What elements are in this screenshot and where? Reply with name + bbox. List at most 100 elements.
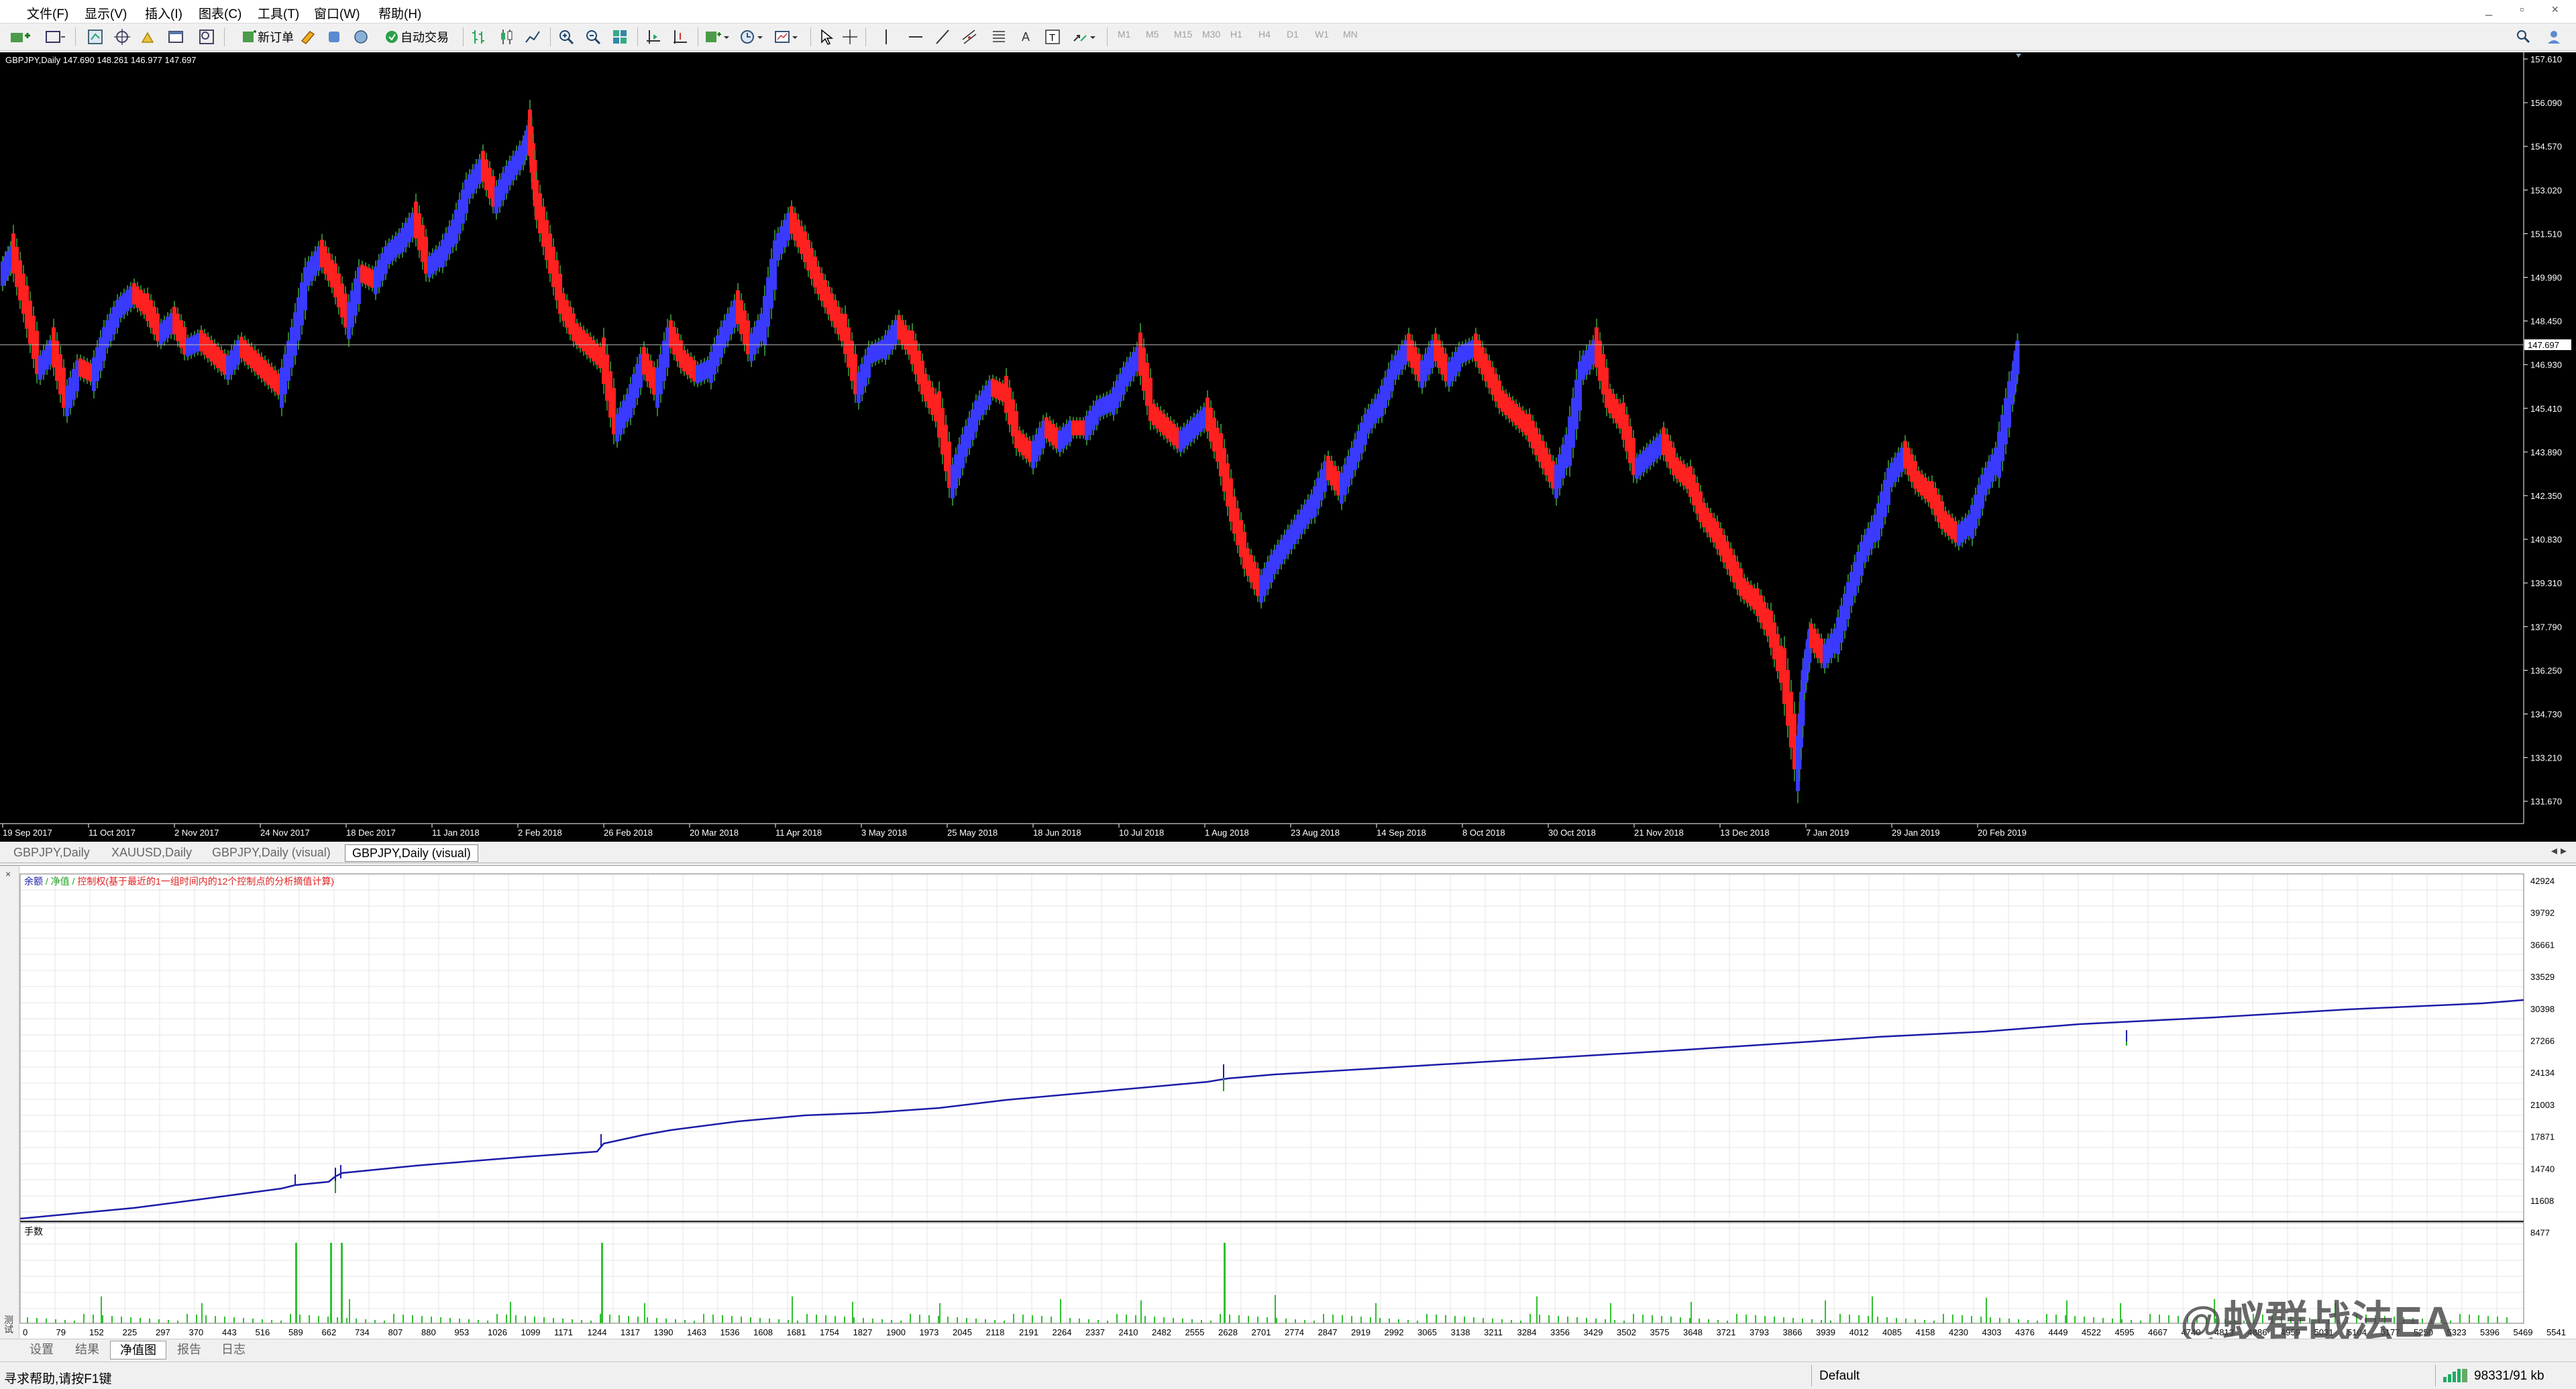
chart-tab-2[interactable]: GBPJPY,Daily (visual) <box>205 844 337 860</box>
price-tick-label: 153.020 <box>2530 185 2562 195</box>
timeframe-w1[interactable]: W1 <box>1315 29 1329 40</box>
price-chart-canvas[interactable]: 157.610 156.090 154.570 153.020 151.510 149.9… <box>0 52 2576 842</box>
lot-bar <box>309 1315 310 1323</box>
menu-item-3[interactable]: 图表(C) <box>199 4 241 22</box>
timeframe-m1[interactable]: M1 <box>1118 29 1130 40</box>
lot-bar <box>1736 1314 1737 1323</box>
trade-tick-label: 3575 <box>1650 1327 1670 1337</box>
arrows-dropdown-icon[interactable] <box>1068 26 1102 48</box>
strategy-tester-icon[interactable] <box>195 26 219 48</box>
lot-bar <box>797 1321 798 1323</box>
new-order-button[interactable]: 新订单 <box>231 26 305 48</box>
lot-bar <box>2102 1318 2104 1323</box>
chart-tab-3[interactable]: GBPJPY,Daily (visual) <box>345 844 478 862</box>
tester-tab-4[interactable]: 日志 <box>212 1341 255 1358</box>
tile-windows-icon[interactable] <box>608 26 632 48</box>
chart-shift-icon[interactable] <box>668 26 692 48</box>
horizontal-line-icon[interactable] <box>904 26 927 48</box>
fibonacci-icon[interactable] <box>987 26 1010 48</box>
indicators-dropdown-icon[interactable] <box>700 26 734 48</box>
window-controls[interactable]: _ ▫ × <box>2485 3 2571 17</box>
vertical-line-icon[interactable] <box>875 26 898 48</box>
lot-bar <box>534 1317 535 1323</box>
lot-bar <box>1051 1317 1052 1323</box>
auto-trading-button[interactable]: 自动交易 <box>376 26 456 48</box>
candlestick-icon[interactable] <box>494 26 518 48</box>
channel-icon[interactable] <box>958 26 981 48</box>
price-tick-label: 139.310 <box>2530 578 2562 588</box>
crosshair-icon[interactable] <box>839 26 861 48</box>
menu-item-0[interactable]: 文件(F) <box>27 4 68 22</box>
tabs-scroll-arrows[interactable]: ◂ ▸ <box>2551 844 2567 858</box>
timeframe-h4[interactable]: H4 <box>1258 29 1271 40</box>
lot-bar <box>1567 1317 1568 1323</box>
templates-dropdown-icon[interactable] <box>770 26 804 48</box>
tester-tab-0[interactable]: 设置 <box>20 1341 63 1358</box>
tester-tab-1[interactable]: 结果 <box>66 1341 109 1358</box>
lot-bar <box>186 1314 188 1323</box>
autoscroll-icon[interactable] <box>641 26 665 48</box>
timeframe-h1[interactable]: H1 <box>1230 29 1242 40</box>
time-tick-label: 24 Nov 2017 <box>260 828 310 838</box>
time-tick-label: 8 Oct 2018 <box>1462 828 1505 838</box>
navigator-icon[interactable] <box>137 26 161 48</box>
community-icon[interactable] <box>2542 26 2565 48</box>
text-label-icon[interactable]: T <box>1041 26 1064 48</box>
trade-tick-label: 3939 <box>1816 1327 1835 1337</box>
timeframe-m30[interactable]: M30 <box>1202 29 1220 40</box>
market-watch-icon[interactable] <box>83 26 107 48</box>
lot-bar <box>2168 1315 2169 1323</box>
price-chart[interactable]: 157.610 156.090 154.570 153.020 151.510 149.9… <box>0 52 2576 842</box>
price-tick-label: 137.790 <box>2530 622 2562 632</box>
lot-bar <box>1576 1317 1578 1323</box>
search-icon[interactable] <box>2512 26 2534 48</box>
new-order-label: 新订单 <box>258 31 294 44</box>
lot-bar <box>459 1319 460 1323</box>
periods-dropdown-icon[interactable] <box>735 26 769 48</box>
auto-trading-label: 自动交易 <box>400 31 449 44</box>
line-chart-icon[interactable] <box>521 26 545 48</box>
lot-bar <box>1764 1316 1766 1323</box>
menu-item-6[interactable]: 帮助(H) <box>378 4 421 22</box>
menu-item-5[interactable]: 窗口(W) <box>314 4 360 22</box>
time-tick-label: 25 May 2018 <box>947 828 998 838</box>
chart-tab-0[interactable]: GBPJPY,Daily <box>7 844 97 860</box>
metaeditor-icon[interactable] <box>295 26 319 48</box>
lot-bar <box>121 1317 122 1323</box>
timeframe-m5[interactable]: M5 <box>1146 29 1159 40</box>
signals-icon[interactable] <box>322 26 346 48</box>
tester-tab-2[interactable]: 净值图 <box>110 1341 166 1359</box>
lot-bar <box>1229 1315 1230 1323</box>
trendline-icon[interactable] <box>931 26 954 48</box>
timeframe-mn[interactable]: MN <box>1343 29 1358 40</box>
trade-tick-label: 2847 <box>1318 1327 1338 1337</box>
equity-tick-label: 30398 <box>2530 1004 2555 1014</box>
chart-tab-1[interactable]: XAUUSD,Daily <box>105 844 199 860</box>
zoom-out-icon[interactable] <box>581 26 605 48</box>
tester-tab-3[interactable]: 报告 <box>168 1341 211 1358</box>
lot-bar <box>158 1319 160 1323</box>
menu-item-4[interactable]: 工具(T) <box>258 4 299 22</box>
lot-bar <box>46 1319 47 1323</box>
lot-bar <box>506 1315 507 1323</box>
zoom-in-icon[interactable] <box>554 26 578 48</box>
market-icon[interactable] <box>349 26 373 48</box>
cursor-icon[interactable] <box>814 26 837 48</box>
profiles-icon[interactable] <box>40 26 70 48</box>
equity-graph-canvas[interactable]: 42924 39792 36661 33529 30398 27266 24134 21003… <box>0 866 2576 1339</box>
timeframe-d1[interactable]: D1 <box>1287 29 1299 40</box>
trade-tick-label: 4449 <box>2049 1327 2068 1337</box>
new-chart-icon[interactable] <box>5 26 35 48</box>
data-window-icon[interactable] <box>110 26 134 48</box>
terminal-icon[interactable] <box>164 26 188 48</box>
menu-item-1[interactable]: 显示(V) <box>85 4 127 22</box>
timeframe-m15[interactable]: M15 <box>1174 29 1192 40</box>
text-tool-icon[interactable]: A <box>1014 26 1037 48</box>
lot-bar <box>792 1296 793 1323</box>
bar-chart-icon[interactable] <box>467 26 491 48</box>
lot-bar <box>957 1317 958 1323</box>
price-tick-label: 145.410 <box>2530 404 2562 414</box>
lot-bar <box>349 1299 350 1323</box>
lot-bar <box>2131 1320 2132 1323</box>
menu-item-2[interactable]: 插入(I) <box>145 4 182 22</box>
